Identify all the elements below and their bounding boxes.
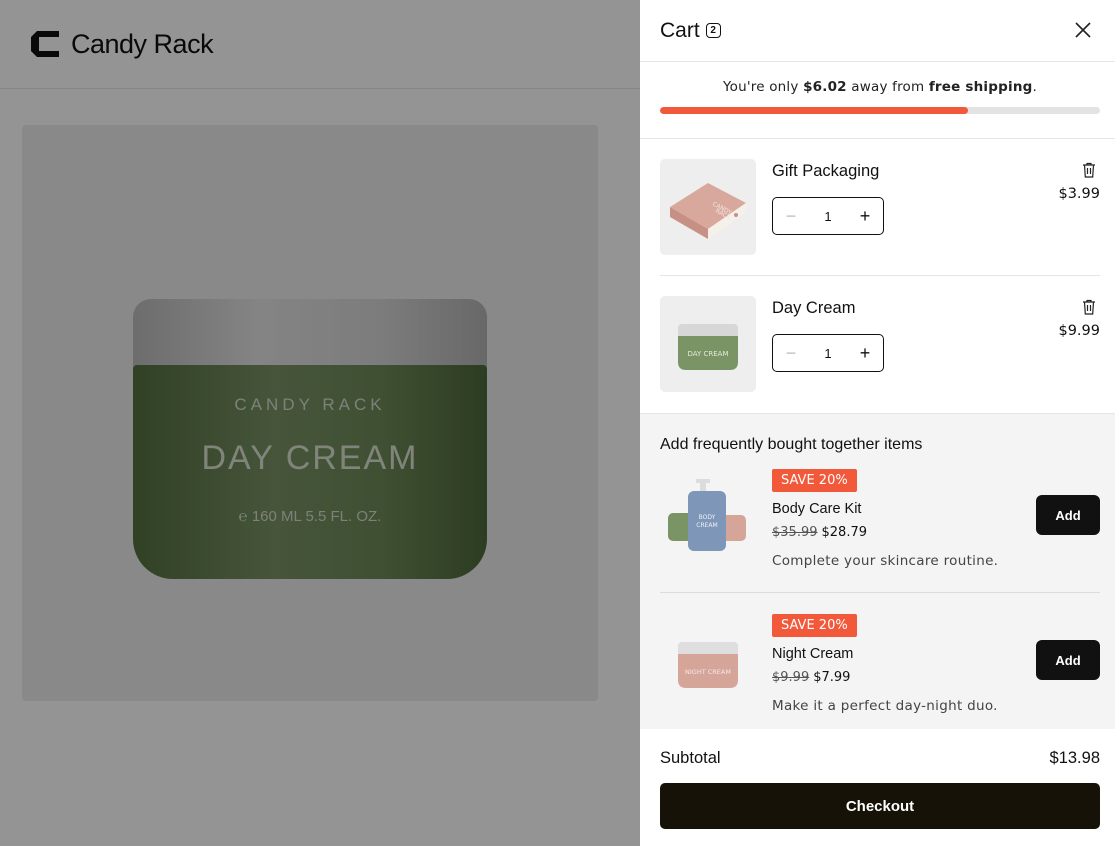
save-badge: SAVE 20% <box>772 614 857 637</box>
upsell-item-name[interactable]: Night Cream <box>772 646 998 662</box>
original-price: $35.99 <box>772 525 818 540</box>
gift-box-image[interactable]: CANDY RACK <box>660 159 756 255</box>
increase-quantity-button[interactable]: + <box>847 198 883 234</box>
sale-price: $7.99 <box>813 670 851 685</box>
body-care-kit-image[interactable]: BODY CREAM <box>660 469 756 565</box>
increase-quantity-button[interactable]: + <box>847 335 883 371</box>
cart-drawer: Cart 2 You're only $6.02 away from free … <box>640 0 1115 846</box>
cart-line-item: CANDY RACK Gift Packaging − 1 + $3.99 <box>660 139 1100 276</box>
shipping-remaining-amount: $6.02 <box>803 79 847 95</box>
modal-overlay[interactable] <box>0 0 640 846</box>
quantity-stepper: − 1 + <box>772 334 884 372</box>
decrease-quantity-button[interactable]: − <box>773 198 809 234</box>
upsell-section: Add frequently bought together items BOD… <box>640 413 1115 729</box>
upsell-title: Add frequently bought together items <box>660 436 923 453</box>
cart-count-badge: 2 <box>705 23 721 38</box>
free-shipping-bar: You're only $6.02 away from free shippin… <box>640 62 1115 139</box>
svg-text:DAY CREAM: DAY CREAM <box>687 350 728 358</box>
upsell-item: NIGHT CREAM SAVE 20% Night Cream $9.99 $7… <box>660 593 1100 732</box>
checkout-button[interactable]: Checkout <box>660 783 1100 829</box>
cart-footer: Subtotal $13.98 Checkout <box>640 727 1115 846</box>
cart-line-item: DAY CREAM Day Cream − 1 + $9.99 <box>660 276 1100 413</box>
cart-item-price: $3.99 <box>1058 186 1100 202</box>
svg-text:NIGHT CREAM: NIGHT CREAM <box>685 668 731 676</box>
cart-title: Cart <box>660 18 700 42</box>
store-page: Candy Rack CANDY RACK DAY CREAM ℮ 160 ML… <box>0 0 640 846</box>
cart-item-price: $9.99 <box>1058 323 1100 339</box>
upsell-description: Complete your skincare routine. <box>772 553 999 569</box>
cart-header: Cart 2 <box>640 0 1115 62</box>
night-cream-jar-image[interactable]: NIGHT CREAM <box>660 614 756 710</box>
quantity-value[interactable]: 1 <box>824 209 831 224</box>
day-cream-jar-image[interactable]: DAY CREAM <box>660 296 756 392</box>
free-shipping-message: You're only $6.02 away from free shippin… <box>722 79 1037 95</box>
quantity-stepper: − 1 + <box>772 197 884 235</box>
close-icon[interactable] <box>1067 14 1099 46</box>
cart-item-title[interactable]: Gift Packaging <box>772 162 884 181</box>
trash-icon[interactable] <box>1080 161 1098 179</box>
cart-line-items: CANDY RACK Gift Packaging − 1 + $3.99 DA… <box>640 139 1115 413</box>
subtotal-value: $13.98 <box>1049 749 1100 767</box>
subtotal-row: Subtotal $13.98 <box>660 727 1100 768</box>
upsell-prices: $9.99 $7.99 <box>772 670 998 685</box>
upsell-description: Make it a perfect day-night duo. <box>772 698 998 714</box>
decrease-quantity-button[interactable]: − <box>773 335 809 371</box>
original-price: $9.99 <box>772 670 810 685</box>
free-shipping-goal: free shipping <box>928 79 1033 95</box>
upsell-prices: $35.99 $28.79 <box>772 525 998 540</box>
upsell-item: BODY CREAM SAVE 20% Body Care Kit $35.99… <box>660 454 1100 593</box>
add-body-care-kit-button[interactable]: Add <box>1036 495 1100 535</box>
trash-icon[interactable] <box>1080 298 1098 316</box>
save-badge: SAVE 20% <box>772 469 857 492</box>
shipping-progress-fill <box>660 107 968 114</box>
quantity-value[interactable]: 1 <box>824 346 831 361</box>
svg-text:BODY: BODY <box>699 514 716 521</box>
sale-price: $28.79 <box>821 525 868 540</box>
svg-text:CREAM: CREAM <box>696 522 717 529</box>
upsell-item-name[interactable]: Body Care Kit <box>772 501 998 517</box>
cart-item-title[interactable]: Day Cream <box>772 299 884 318</box>
subtotal-label: Subtotal <box>660 749 721 767</box>
add-night-cream-button[interactable]: Add <box>1036 640 1100 680</box>
shipping-progress-track <box>660 107 1100 114</box>
